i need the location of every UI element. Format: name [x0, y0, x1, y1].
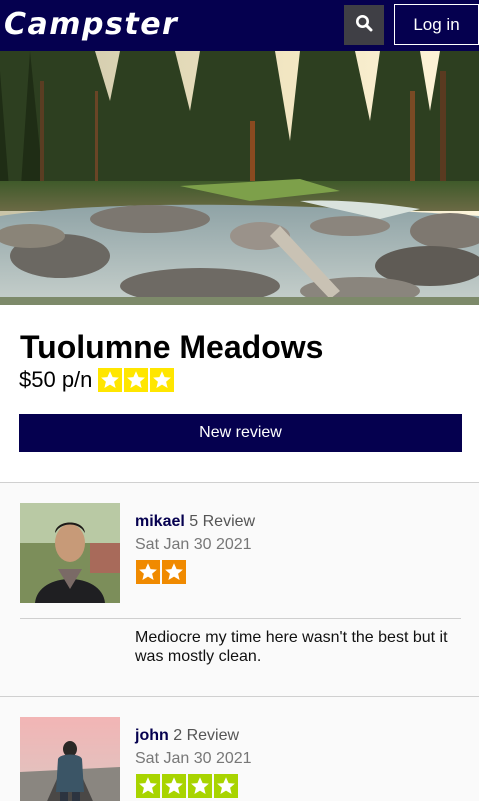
- new-review-button[interactable]: New review: [19, 414, 462, 452]
- star-icon: [162, 774, 186, 798]
- review-rating: [136, 560, 186, 584]
- avatar: [20, 503, 120, 603]
- review-card: john 2 Review Sat Jan 30 2021: [0, 697, 479, 801]
- campground-price: $50 p/n: [19, 367, 93, 392]
- star-icon: [162, 560, 186, 584]
- navbar: Campster Log in: [0, 0, 479, 51]
- review-card: mikael 5 Review Sat Jan 30 2021 Mediocre…: [0, 483, 479, 696]
- star-icon: [124, 368, 149, 392]
- review-username[interactable]: john: [135, 727, 169, 744]
- review-date: Sat Jan 30 2021: [135, 750, 252, 767]
- star-icon: [214, 774, 238, 798]
- review-meta: mikael 5 Review: [135, 511, 255, 533]
- review-username[interactable]: mikael: [135, 513, 185, 530]
- star-icon: [98, 368, 123, 392]
- star-icon: [136, 774, 160, 798]
- review-count: 2 Review: [173, 727, 240, 744]
- price-rating-row: $50 p/n: [19, 367, 175, 393]
- campground-rating: [98, 368, 175, 392]
- review-meta: john 2 Review: [135, 725, 239, 747]
- review-separator: [20, 618, 461, 619]
- search-button[interactable]: [344, 5, 384, 45]
- brand-logo[interactable]: Campster: [4, 6, 178, 44]
- avatar: [20, 717, 120, 801]
- star-icon: [150, 368, 175, 392]
- campground-hero-image: [0, 51, 479, 305]
- review-text: Mediocre my time here wasn't the best bu…: [135, 629, 448, 665]
- star-icon: [188, 774, 212, 798]
- review-rating: [136, 774, 238, 798]
- review-date: Sat Jan 30 2021: [135, 536, 252, 553]
- search-icon: [355, 14, 373, 37]
- campground-title: Tuolumne Meadows: [20, 329, 324, 365]
- star-icon: [136, 560, 160, 584]
- review-count: 5 Review: [189, 513, 256, 530]
- login-button[interactable]: Log in: [394, 4, 479, 45]
